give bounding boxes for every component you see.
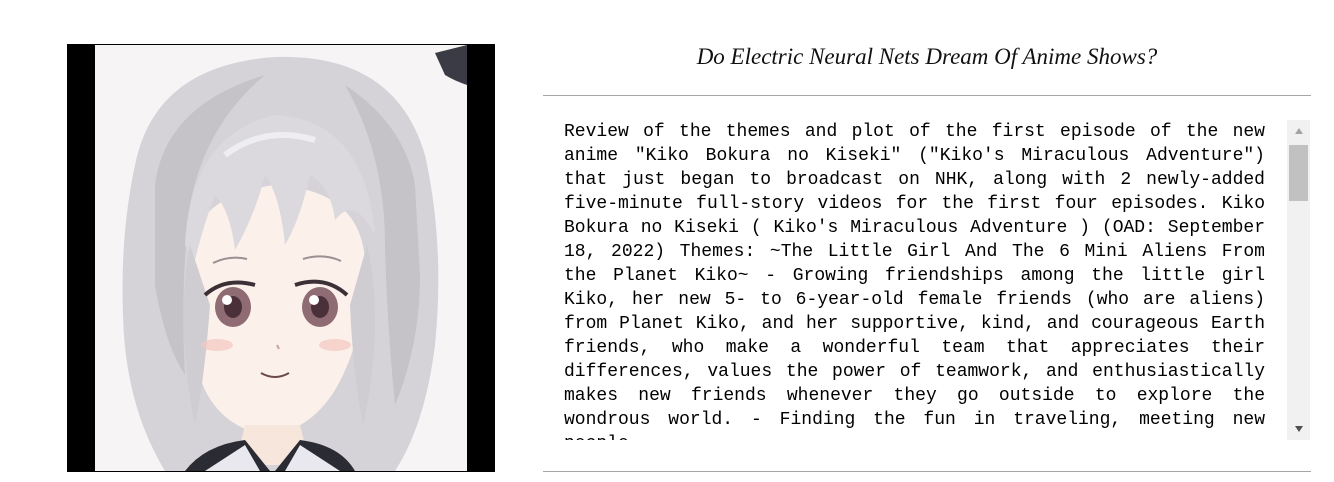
review-text-area[interactable]: Review of the themes and plot of the fir… bbox=[562, 120, 1310, 440]
scroll-up-button[interactable] bbox=[1287, 120, 1310, 142]
review-text: Review of the themes and plot of the fir… bbox=[564, 122, 1265, 440]
anime-portrait bbox=[95, 45, 467, 471]
top-divider bbox=[543, 95, 1311, 96]
page: Do Electric Neural Nets Dream Of Anime S… bbox=[0, 0, 1334, 482]
page-title: Do Electric Neural Nets Dream Of Anime S… bbox=[696, 44, 1158, 69]
review-scrollbar[interactable] bbox=[1287, 120, 1310, 440]
generated-anime-image bbox=[67, 44, 495, 472]
scroll-down-button[interactable] bbox=[1287, 418, 1310, 440]
triangle-down-icon bbox=[1294, 426, 1303, 432]
triangle-up-icon bbox=[1294, 128, 1303, 134]
bottom-divider bbox=[543, 471, 1311, 472]
scroll-thumb[interactable] bbox=[1289, 145, 1308, 201]
